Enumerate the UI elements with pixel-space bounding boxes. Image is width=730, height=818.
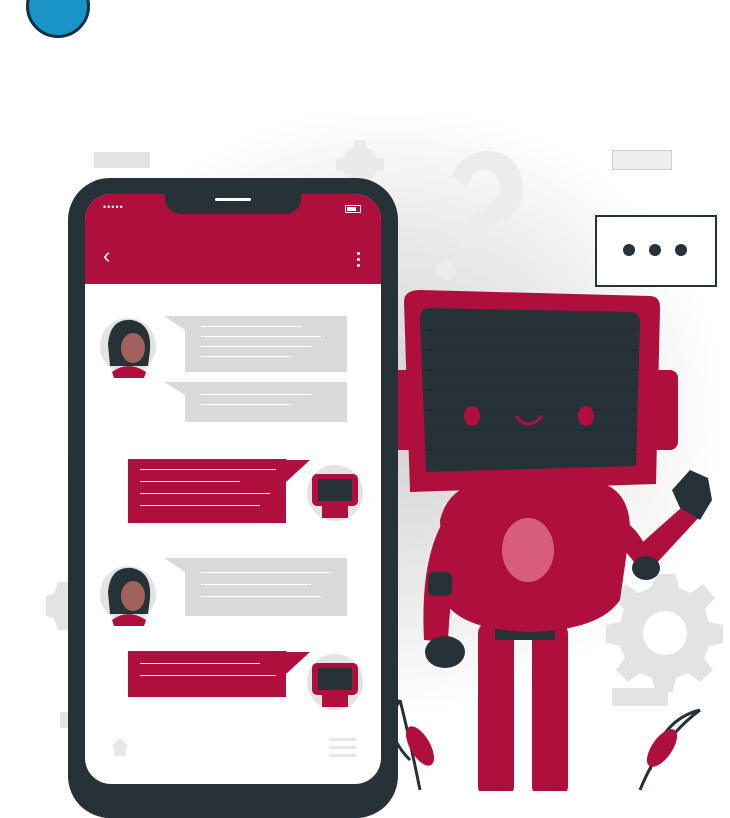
avatar	[100, 318, 156, 378]
avatar	[100, 566, 156, 626]
chat-avatars	[100, 318, 363, 710]
avatar	[307, 465, 363, 521]
home-icon[interactable]	[110, 737, 130, 757]
menu-icon[interactable]	[330, 738, 356, 762]
avatar	[307, 654, 363, 710]
